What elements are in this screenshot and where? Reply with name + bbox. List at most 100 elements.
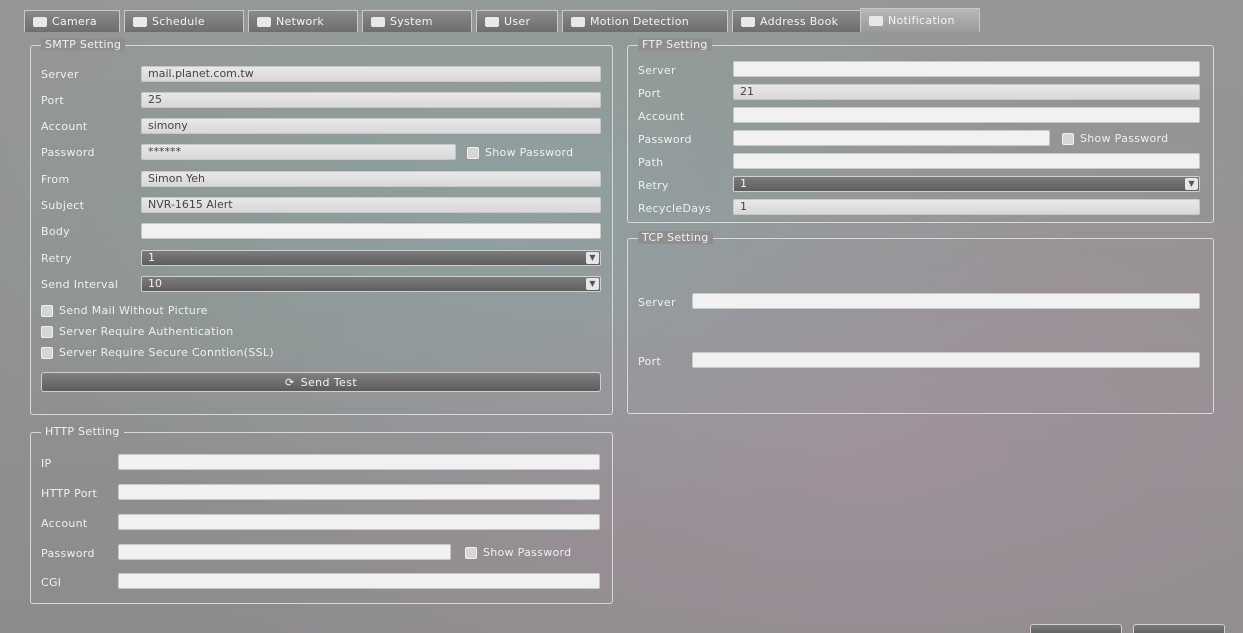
checkbox-label: Show Password [1080, 132, 1169, 145]
tcp-server-label: Server [638, 296, 676, 309]
smtp-body-label: Body [41, 225, 70, 238]
button-label: Send Test [300, 375, 358, 389]
ftp-retry-label: Retry [638, 179, 669, 192]
chevron-down-icon[interactable]: ▼ [1185, 178, 1198, 190]
tab-label: Camera [52, 15, 97, 28]
checkbox-label: Show Password [483, 546, 572, 559]
checkbox-label: Server Require Authentication [59, 325, 234, 338]
http-port-label: HTTP Port [41, 487, 98, 500]
motion-icon [571, 16, 585, 27]
http-cgi-field[interactable] [118, 573, 600, 589]
tab-label: User [504, 15, 531, 28]
tcp-port-label: Port [638, 355, 662, 368]
notification-icon [869, 15, 883, 26]
http-title: HTTP Setting [41, 425, 124, 438]
ftp-server-field[interactable] [733, 61, 1200, 77]
ftp-path-field[interactable] [733, 153, 1200, 169]
chevron-down-icon[interactable]: ▼ [586, 252, 599, 264]
smtp-server-field[interactable]: mail.planet.com.tw [141, 66, 601, 82]
chevron-down-icon[interactable]: ▼ [586, 278, 599, 290]
tab-network[interactable]: Network [248, 10, 358, 32]
select-value: 1 [740, 177, 747, 190]
tab-address-book[interactable]: Address Book [732, 10, 878, 32]
network-icon [257, 16, 271, 27]
checkbox-box [467, 146, 479, 159]
smtp-ssl-checkbox[interactable]: Server Require Secure Conntion(SSL) [41, 346, 274, 359]
ftp-recycle-label: RecycleDays [638, 202, 712, 215]
tcp-server-field[interactable] [692, 293, 1200, 309]
ftp-account-field[interactable] [733, 107, 1200, 123]
cancel-button[interactable] [1133, 624, 1225, 633]
http-show-password-checkbox[interactable]: Show Password [465, 546, 571, 559]
tcp-group: TCP Setting Server Port [627, 231, 1214, 414]
tcp-title: TCP Setting [638, 231, 713, 244]
tab-bar: Camera Schedule Network System User Moti… [24, 8, 1224, 32]
checkbox-box [41, 346, 53, 359]
tab-label: Motion Detection [590, 15, 690, 28]
smtp-retry-label: Retry [41, 252, 72, 265]
system-icon [371, 16, 385, 27]
tab-notification[interactable]: Notification [860, 8, 980, 32]
tab-label: Address Book [760, 15, 839, 28]
http-group: HTTP Setting IP HTTP Port Account Passwo… [30, 425, 613, 604]
tab-schedule[interactable]: Schedule [124, 10, 244, 32]
checkbox-label: Show Password [485, 146, 574, 159]
smtp-retry-select[interactable]: 1 ▼ [141, 250, 601, 266]
ftp-show-password-checkbox[interactable]: Show Password [1062, 132, 1168, 145]
ftp-account-label: Account [638, 110, 685, 123]
smtp-account-field[interactable]: simony [141, 118, 601, 134]
http-port-field[interactable] [118, 484, 600, 500]
smtp-from-label: From [41, 173, 70, 186]
tab-user[interactable]: User [476, 10, 558, 32]
checkbox-label: Server Require Secure Conntion(SSL) [59, 346, 274, 359]
smtp-password-field[interactable]: ****** [141, 144, 456, 160]
tab-system[interactable]: System [362, 10, 472, 32]
checkbox-box [465, 546, 477, 559]
checkbox-label: Send Mail Without Picture [59, 304, 208, 317]
camera-icon [33, 16, 47, 27]
http-password-label: Password [41, 547, 95, 560]
tab-label: Network [276, 15, 325, 28]
send-test-button[interactable]: ⟳ Send Test [41, 372, 601, 392]
checkbox-box [1062, 132, 1074, 145]
http-cgi-label: CGI [41, 576, 62, 589]
schedule-icon [133, 16, 147, 27]
http-account-label: Account [41, 517, 88, 530]
smtp-body-field[interactable] [141, 223, 601, 239]
smtp-subject-field[interactable]: NVR-1615 Alert [141, 197, 601, 213]
smtp-server-label: Server [41, 68, 79, 81]
apply-button[interactable] [1030, 624, 1122, 633]
smtp-port-field[interactable]: 25 [141, 92, 601, 108]
smtp-interval-label: Send Interval [41, 278, 119, 291]
smtp-from-field[interactable]: Simon Yeh [141, 171, 601, 187]
user-icon [485, 16, 499, 27]
smtp-no-picture-checkbox[interactable]: Send Mail Without Picture [41, 304, 208, 317]
tab-camera[interactable]: Camera [24, 10, 120, 32]
smtp-auth-checkbox[interactable]: Server Require Authentication [41, 325, 234, 338]
http-ip-field[interactable] [118, 454, 600, 470]
smtp-title: SMTP Setting [41, 38, 126, 51]
tab-label: Notification [888, 14, 955, 27]
tab-motion-detection[interactable]: Motion Detection [562, 10, 728, 32]
http-account-field[interactable] [118, 514, 600, 530]
ftp-title: FTP Setting [638, 38, 712, 51]
smtp-port-label: Port [41, 94, 65, 107]
smtp-interval-select[interactable]: 10 ▼ [141, 276, 601, 292]
ftp-retry-select[interactable]: 1 ▼ [733, 176, 1200, 192]
select-value: 1 [148, 251, 155, 264]
ftp-password-field[interactable] [733, 130, 1050, 146]
http-password-field[interactable] [118, 544, 451, 560]
tcp-port-field[interactable] [692, 352, 1200, 368]
tab-label: System [390, 15, 433, 28]
refresh-icon: ⟳ [284, 375, 295, 389]
ftp-path-label: Path [638, 156, 664, 169]
ftp-port-field[interactable]: 21 [733, 84, 1200, 100]
ftp-group: FTP Setting Server Port 21 Account Passw… [627, 38, 1214, 223]
ftp-recycle-field[interactable]: 1 [733, 199, 1200, 215]
smtp-show-password-checkbox[interactable]: Show Password [467, 146, 573, 159]
smtp-subject-label: Subject [41, 199, 85, 212]
ftp-password-label: Password [638, 133, 692, 146]
checkbox-box [41, 304, 53, 317]
address-book-icon [741, 16, 755, 27]
checkbox-box [41, 325, 53, 338]
